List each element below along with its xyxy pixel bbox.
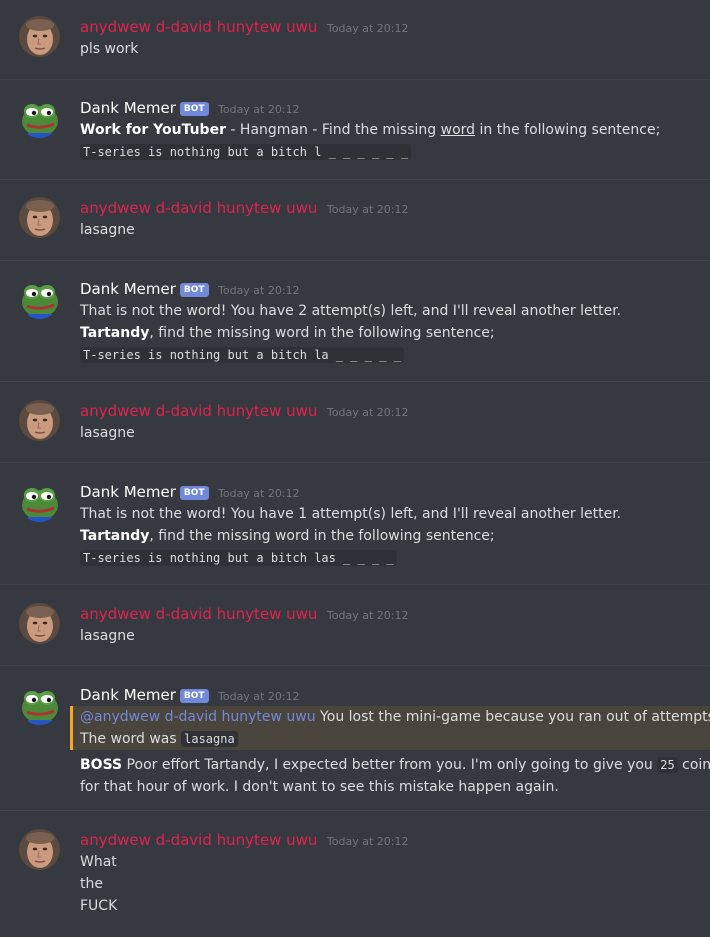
message-text: for that hour of work. I don't want to s…: [80, 779, 559, 795]
pepe-frog-avatar-icon: [19, 278, 60, 319]
timestamp[interactable]: Today at 20:12: [218, 284, 300, 297]
face-avatar-icon: [19, 16, 60, 57]
user-avatar[interactable]: [19, 829, 60, 870]
message-group: Dank Memer BOT Today at 20:12 That is not…: [0, 463, 710, 585]
username[interactable]: Dank Memer: [80, 483, 176, 501]
message-header: anydwew d-david hunytew uwu Today at 20:…: [80, 603, 710, 625]
player-name: Tartandy: [80, 325, 150, 341]
message-text-part: , find the missing word in the following…: [149, 528, 495, 544]
bot-tag: BOT: [179, 486, 209, 500]
face-avatar-icon: [19, 400, 60, 441]
bot-avatar[interactable]: [19, 684, 60, 725]
message-header: Dank Memer BOT Today at 20:12: [80, 278, 710, 300]
message-text-part: Poor effort Tartandy, I expected better …: [122, 757, 658, 773]
message-text: lasagne: [80, 222, 135, 238]
bot-tag: BOT: [179, 102, 209, 116]
message-group: Dank Memer BOT Today at 20:12 Work for Yo…: [0, 80, 710, 180]
message-text-part: , find the missing word in the following…: [149, 325, 495, 341]
message-group: anydwew d-david hunytew uwu Today at 20:…: [0, 585, 710, 666]
message-text: lasagne: [80, 425, 135, 441]
message-text: @anydwew d-david hunytew uwu You lost th…: [80, 706, 710, 728]
username[interactable]: Dank Memer: [80, 686, 176, 704]
pepe-frog-avatar-icon: [19, 481, 60, 522]
user-avatar[interactable]: [19, 603, 60, 644]
inline-code: T-series is nothing but a bitch las _ _ …: [80, 550, 397, 566]
chat-message-list: anydwew d-david hunytew uwu Today at 20:…: [0, 0, 710, 937]
bot-tag: BOT: [179, 283, 209, 297]
face-avatar-icon: [19, 197, 60, 238]
player-name: Tartandy: [80, 528, 150, 544]
mention-highlight: @anydwew d-david hunytew uwu You lost th…: [70, 706, 710, 750]
bot-avatar[interactable]: [19, 97, 60, 138]
face-avatar-icon: [19, 603, 60, 644]
message-text: BOSS Poor effort Tartandy, I expected be…: [80, 754, 710, 776]
inline-code: T-series is nothing but a bitch l _ _ _ …: [80, 144, 412, 160]
user-avatar[interactable]: [19, 197, 60, 238]
code-line: T-series is nothing but a bitch la _ _ _…: [80, 344, 710, 366]
timestamp[interactable]: Today at 20:12: [327, 835, 409, 848]
underlined-word: word: [440, 122, 476, 138]
message-header: anydwew d-david hunytew uwu Today at 20:…: [80, 16, 710, 38]
timestamp[interactable]: Today at 20:12: [327, 406, 409, 419]
inline-code: 25: [657, 757, 678, 773]
message-text: Tartandy, find the missing word in the f…: [80, 322, 710, 344]
message-text: lasagne: [80, 628, 135, 644]
message-group: anydwew d-david hunytew uwu Today at 20:…: [0, 180, 710, 261]
message-text: That is not the word! You have 1 attempt…: [80, 506, 622, 522]
message-text: What: [80, 854, 117, 870]
message-text: pls work: [80, 41, 139, 57]
message-text: The word was lasagna: [80, 728, 710, 750]
message-header: anydwew d-david hunytew uwu Today at 20:…: [80, 829, 710, 851]
message-text-part: - Hangman - Find the missing: [225, 122, 441, 138]
timestamp[interactable]: Today at 20:12: [327, 22, 409, 35]
boss-label: BOSS: [80, 757, 123, 773]
message-header: anydwew d-david hunytew uwu Today at 20:…: [80, 400, 710, 422]
message-text-part: The word was: [80, 731, 182, 747]
message-text-part: in the following sentence;: [475, 122, 661, 138]
message-header: Dank Memer BOT Today at 20:12: [80, 684, 710, 706]
message-group: Dank Memer BOT Today at 20:12 That is not…: [0, 261, 710, 382]
message-header: anydwew d-david hunytew uwu Today at 20:…: [80, 197, 710, 219]
timestamp[interactable]: Today at 20:12: [218, 103, 300, 116]
user-mention[interactable]: @anydwew d-david hunytew uwu: [80, 709, 316, 725]
username[interactable]: anydwew d-david hunytew uwu: [80, 831, 317, 849]
username[interactable]: Dank Memer: [80, 99, 176, 117]
timestamp[interactable]: Today at 20:12: [218, 487, 300, 500]
inline-code: lasagna: [181, 731, 238, 747]
message-group: Dank Memer BOT Today at 20:12 @anydwew d-…: [0, 666, 710, 811]
message-group: anydwew d-david hunytew uwu Today at 20:…: [0, 811, 710, 937]
message-group: anydwew d-david hunytew uwu Today at 20:…: [0, 0, 710, 80]
pepe-frog-avatar-icon: [19, 684, 60, 725]
username[interactable]: Dank Memer: [80, 280, 176, 298]
user-avatar[interactable]: [19, 16, 60, 57]
message-text: Work for YouTuber - Hangman - Find the m…: [80, 119, 710, 141]
username[interactable]: anydwew d-david hunytew uwu: [80, 605, 317, 623]
message-text: Tartandy, find the missing word in the f…: [80, 525, 710, 547]
code-line: T-series is nothing but a bitch las _ _ …: [80, 547, 710, 569]
message-text: the: [80, 876, 103, 892]
username[interactable]: anydwew d-david hunytew uwu: [80, 18, 317, 36]
message-text: FUCK: [80, 898, 118, 914]
timestamp[interactable]: Today at 20:12: [327, 609, 409, 622]
timestamp[interactable]: Today at 20:12: [327, 203, 409, 216]
bot-tag: BOT: [179, 689, 209, 703]
inline-code: T-series is nothing but a bitch la _ _ _…: [80, 347, 404, 363]
message-group: anydwew d-david hunytew uwu Today at 20:…: [0, 382, 710, 463]
timestamp[interactable]: Today at 20:12: [218, 690, 300, 703]
code-line: T-series is nothing but a bitch l _ _ _ …: [80, 141, 710, 163]
username[interactable]: anydwew d-david hunytew uwu: [80, 402, 317, 420]
bot-avatar[interactable]: [19, 278, 60, 319]
message-text-part: You lost the mini-game because you ran o…: [315, 709, 710, 725]
face-avatar-icon: [19, 829, 60, 870]
username[interactable]: anydwew d-david hunytew uwu: [80, 199, 317, 217]
pepe-frog-avatar-icon: [19, 97, 60, 138]
job-title: Work for YouTuber: [80, 122, 226, 138]
bot-avatar[interactable]: [19, 481, 60, 522]
message-text: That is not the word! You have 2 attempt…: [80, 303, 622, 319]
message-header: Dank Memer BOT Today at 20:12: [80, 97, 710, 119]
user-avatar[interactable]: [19, 400, 60, 441]
message-text-part: coins: [682, 757, 710, 773]
message-header: Dank Memer BOT Today at 20:12: [80, 481, 710, 503]
